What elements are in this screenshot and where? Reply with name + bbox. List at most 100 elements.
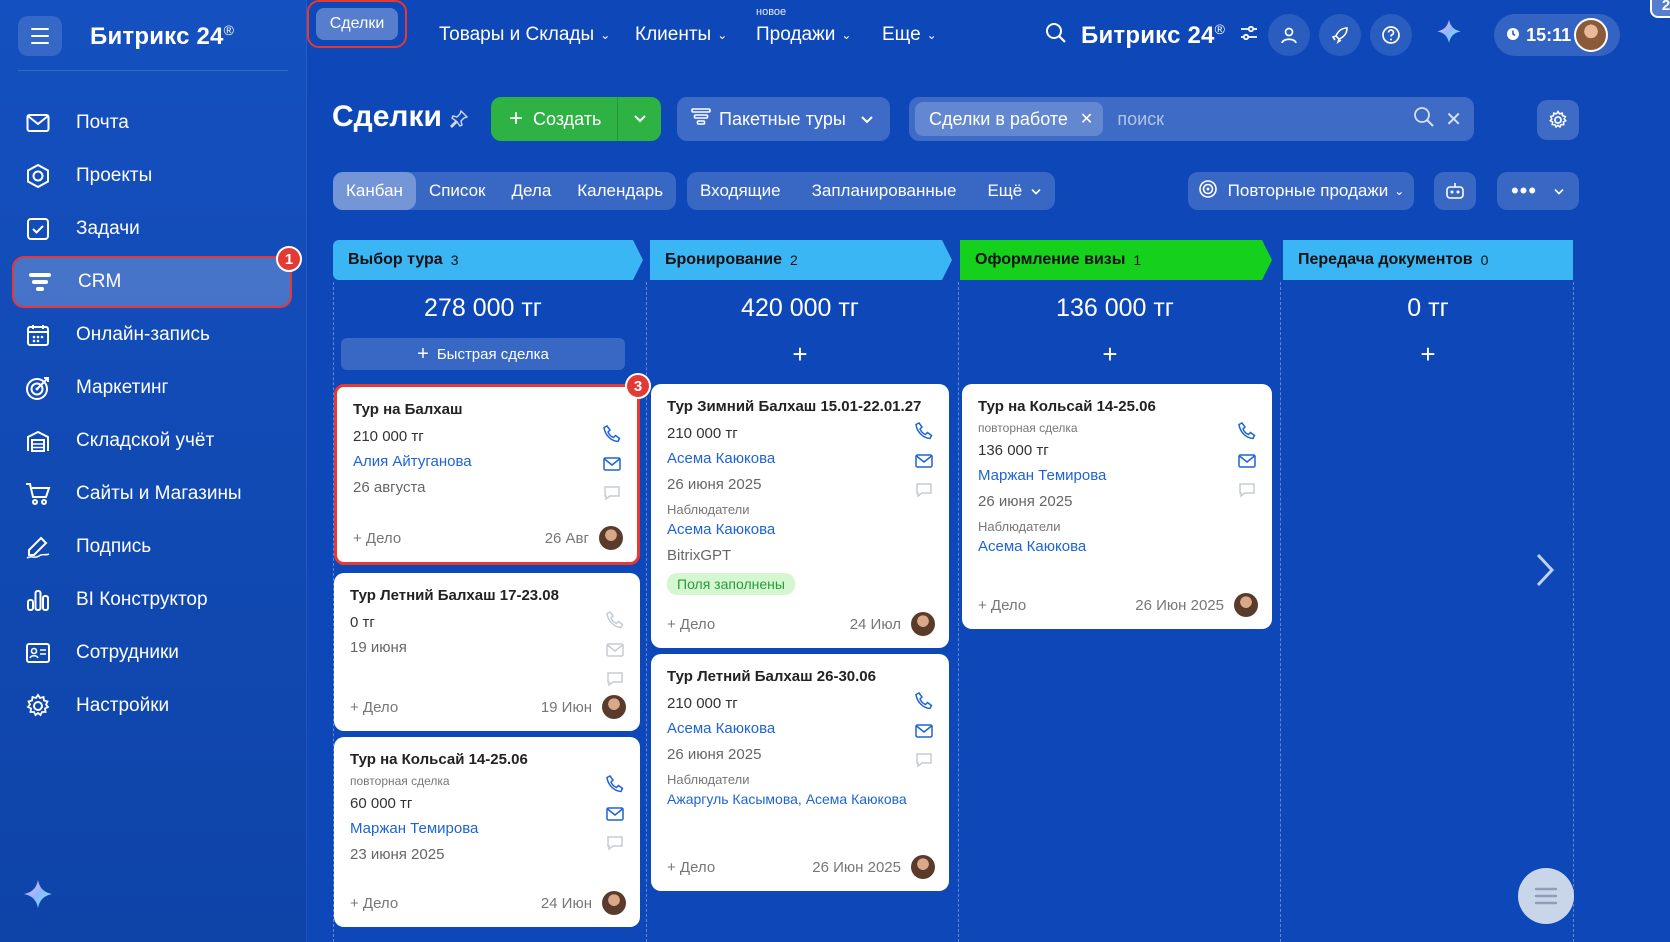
- view-kanban[interactable]: Канбан: [333, 172, 416, 210]
- sidebar-item-mail[interactable]: Почта: [12, 97, 292, 149]
- add-activity-button[interactable]: + Дело: [350, 699, 541, 716]
- search-filter-bar[interactable]: Сделки в работе ✕ ✕: [909, 97, 1474, 141]
- sidebar-item-booking[interactable]: Онлайн-запись: [12, 309, 292, 361]
- column-header[interactable]: Передача документов 0: [1283, 240, 1573, 280]
- mail-icon[interactable]: [603, 456, 621, 476]
- sidebar-item-signature[interactable]: Подпись: [12, 521, 292, 573]
- avatar[interactable]: [602, 891, 626, 915]
- tab-goods[interactable]: Товары и Склады ⌄: [439, 18, 610, 52]
- sidebar-item-warehouse[interactable]: Складской учёт: [12, 415, 292, 467]
- view-calendar[interactable]: Календарь: [564, 172, 676, 210]
- avatar[interactable]: [602, 695, 626, 719]
- deal-title[interactable]: Тур Зимний Балхаш 15.01-22.01.27: [667, 398, 933, 415]
- sidebar-item-bi[interactable]: BI Конструктор: [12, 574, 292, 626]
- deal-client[interactable]: Маржан Темирова: [350, 820, 624, 837]
- sidebar-item-employees[interactable]: Сотрудники: [12, 627, 292, 679]
- phone-icon[interactable]: [606, 611, 624, 633]
- rocket-button[interactable]: [1319, 14, 1362, 56]
- add-deal-button[interactable]: +: [658, 338, 942, 370]
- column-header[interactable]: Бронирование 2: [650, 240, 950, 280]
- sidebar-item-crm[interactable]: CRM 1: [12, 246, 302, 308]
- add-activity-button[interactable]: + Дело: [978, 597, 1135, 614]
- deal-card[interactable]: Тур на Балхаш 210 000 тг Алия Айтуганова…: [334, 373, 651, 565]
- mail-icon[interactable]: [606, 806, 624, 826]
- settings-button[interactable]: [1537, 100, 1579, 140]
- tab-sales[interactable]: Продажи ⌄: [756, 18, 851, 52]
- tab-deals[interactable]: Сделки 2: [307, 0, 1670, 48]
- avatar[interactable]: [1234, 593, 1258, 617]
- view-activities[interactable]: Дела: [499, 172, 565, 210]
- sidebar-item-settings[interactable]: Настройки: [12, 680, 292, 732]
- mail-icon[interactable]: [915, 723, 933, 743]
- add-deal-button[interactable]: +: [1291, 338, 1565, 370]
- sidebar-item-tasks[interactable]: Задачи: [12, 203, 292, 255]
- chat-icon[interactable]: [915, 752, 933, 772]
- filter-sliders-icon[interactable]: [1239, 23, 1259, 48]
- search-icon[interactable]: [1413, 106, 1435, 133]
- copilot-star-icon[interactable]: [1434, 18, 1464, 53]
- deal-client[interactable]: Асема Каюкова: [667, 720, 933, 737]
- help-button[interactable]: [1370, 14, 1413, 56]
- deal-client[interactable]: Алия Айтуганова: [353, 453, 621, 470]
- search-input[interactable]: [1117, 108, 1414, 130]
- phone-icon[interactable]: [606, 775, 624, 797]
- sidebar-item-marketing[interactable]: Маркетинг: [12, 362, 292, 414]
- tab-clients[interactable]: Клиенты ⌄: [635, 18, 727, 52]
- avatar[interactable]: [911, 855, 935, 879]
- column-header[interactable]: Выбор тура 3: [333, 240, 633, 280]
- robots-button[interactable]: [1434, 172, 1476, 210]
- sidebar-item-sites[interactable]: Сайты и Магазины: [12, 468, 292, 520]
- app-logo[interactable]: Битрикс 24®: [90, 22, 234, 51]
- deal-title[interactable]: Тур Летний Балхаш 17-23.08: [350, 587, 624, 604]
- chat-icon[interactable]: [1238, 482, 1256, 502]
- mail-icon[interactable]: [606, 642, 624, 662]
- deal-title[interactable]: Тур на Кольсай 14-25.06: [350, 751, 624, 768]
- sidebar-item-projects[interactable]: Проекты: [12, 150, 292, 202]
- view-list[interactable]: Список: [416, 172, 499, 210]
- deal-title[interactable]: Тур на Кольсай 14-25.06: [978, 398, 1256, 415]
- deal-title[interactable]: Тур на Балхаш: [353, 401, 621, 418]
- clear-icon[interactable]: ✕: [1445, 107, 1462, 132]
- repeat-sales-button[interactable]: Повторные продажи ⌄: [1188, 172, 1414, 210]
- phone-icon[interactable]: [915, 422, 933, 444]
- floating-menu-button[interactable]: [1518, 868, 1574, 924]
- pipeline-select[interactable]: Пакетные туры: [677, 97, 890, 141]
- mail-icon[interactable]: [915, 453, 933, 473]
- more-actions-button[interactable]: •••: [1497, 172, 1579, 210]
- avatar[interactable]: [599, 526, 623, 550]
- close-icon[interactable]: ✕: [1080, 109, 1093, 129]
- deal-client[interactable]: Асема Каюкова: [667, 450, 933, 467]
- counter-incoming[interactable]: Входящие: [687, 172, 794, 210]
- pin-icon[interactable]: [450, 109, 469, 133]
- chat-icon[interactable]: [606, 835, 624, 855]
- column-header[interactable]: Оформление визы 1: [960, 240, 1260, 280]
- create-button[interactable]: + Создать: [491, 97, 661, 141]
- tab-more[interactable]: Еще ⌄: [882, 18, 937, 52]
- deal-observers[interactable]: Ажаргуль Касымова, Асема Каюкова: [667, 791, 933, 807]
- deal-card[interactable]: Тур Зимний Балхаш 15.01-22.01.27 210 000…: [651, 384, 949, 648]
- chevron-right-icon[interactable]: [1535, 552, 1555, 593]
- phone-icon[interactable]: [1238, 422, 1256, 444]
- create-dropdown-button[interactable]: [617, 97, 661, 141]
- mail-icon[interactable]: [1238, 453, 1256, 473]
- time-widget[interactable]: 15:11: [1494, 14, 1621, 56]
- deal-card[interactable]: Тур на Кольсай 14-25.06 повторная сделка…: [962, 384, 1272, 629]
- menu-toggle-button[interactable]: [18, 16, 62, 56]
- chat-icon[interactable]: [606, 671, 624, 691]
- filter-chip[interactable]: Сделки в работе ✕: [915, 102, 1104, 136]
- counter-planned[interactable]: Запланированные: [794, 172, 975, 210]
- chat-icon[interactable]: [603, 485, 621, 505]
- quick-deal-button[interactable]: + Быстрая сделка: [341, 338, 625, 370]
- chat-icon[interactable]: [915, 482, 933, 502]
- deal-observers[interactable]: Асема Каюкова: [667, 521, 933, 538]
- deal-card[interactable]: Тур Летний Балхаш 17-23.08 0 тг 19 июня …: [334, 573, 640, 731]
- profile-button[interactable]: [1268, 14, 1311, 56]
- add-activity-button[interactable]: + Дело: [667, 616, 850, 633]
- add-activity-button[interactable]: + Дело: [350, 895, 541, 912]
- create-main[interactable]: + Создать: [491, 105, 617, 133]
- deal-card[interactable]: Тур на Кольсай 14-25.06 повторная сделка…: [334, 737, 640, 927]
- deal-card[interactable]: Тур Летний Балхаш 26-30.06 210 000 тг Ас…: [651, 654, 949, 891]
- phone-icon[interactable]: [915, 692, 933, 714]
- add-deal-button[interactable]: +: [968, 338, 1252, 370]
- avatar[interactable]: [911, 612, 935, 636]
